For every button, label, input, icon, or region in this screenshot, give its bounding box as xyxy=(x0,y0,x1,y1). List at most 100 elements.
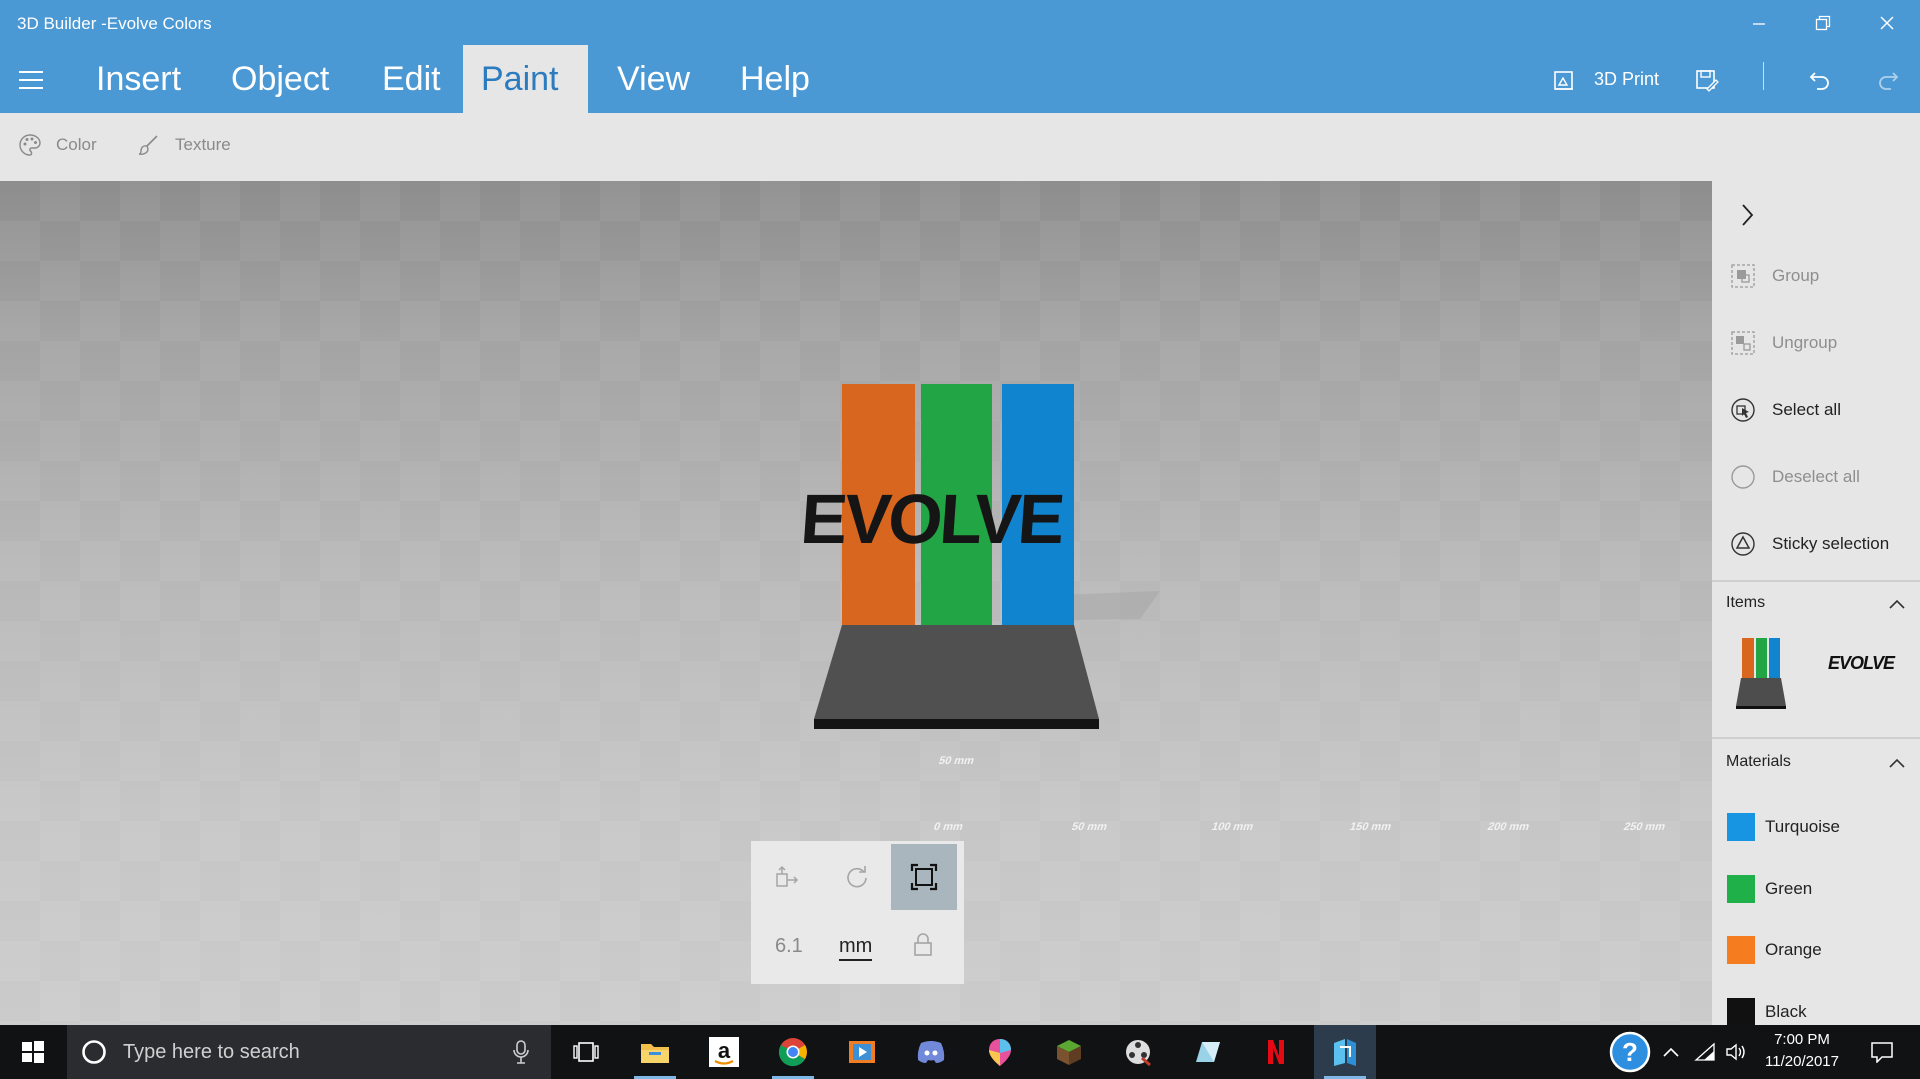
scale-icon xyxy=(910,863,938,891)
scale-label: 200 mm xyxy=(1486,821,1531,833)
material-turquoise[interactable]: Turquoise xyxy=(1727,813,1840,841)
scale-label: 50 mm xyxy=(1070,821,1109,833)
panel-divider xyxy=(1712,737,1920,739)
start-button[interactable] xyxy=(0,1025,66,1079)
redo-icon[interactable] xyxy=(1874,66,1902,94)
tab-view[interactable]: View xyxy=(599,45,708,113)
move-button[interactable] xyxy=(754,844,820,910)
save-icon[interactable] xyxy=(1693,66,1721,94)
3d-builder-icon[interactable] xyxy=(1314,1025,1376,1079)
action-center-icon[interactable] xyxy=(1858,1025,1906,1079)
chevron-up-icon[interactable] xyxy=(1888,597,1906,615)
material-green[interactable]: Green xyxy=(1727,875,1812,903)
wifi-icon[interactable] xyxy=(1690,1025,1720,1079)
hamburger-menu-icon[interactable] xyxy=(14,66,48,94)
volume-icon[interactable] xyxy=(1722,1025,1752,1079)
amazon-icon[interactable]: a xyxy=(693,1025,755,1079)
color-tool-button[interactable]: Color xyxy=(18,133,97,157)
window-title: 3D Builder -Evolve Colors xyxy=(17,14,212,33)
texture-tool-button[interactable]: Texture xyxy=(137,133,231,157)
tab-help[interactable]: Help xyxy=(722,45,828,113)
show-hidden-icons-icon[interactable] xyxy=(1656,1025,1686,1079)
items-list: EVOLVE xyxy=(1712,631,1920,721)
3d-print-icon[interactable] xyxy=(1550,66,1578,94)
material-label: Orange xyxy=(1765,940,1822,959)
lock-icon[interactable] xyxy=(913,933,933,962)
minimize-icon xyxy=(1753,23,1765,25)
object-panel: Group Ungroup Select all Deselect all St… xyxy=(1712,181,1920,1025)
deselect-all-button[interactable]: Deselect all xyxy=(1730,464,1860,490)
close-button[interactable] xyxy=(1864,8,1910,38)
movie-maker-icon[interactable] xyxy=(1107,1025,1169,1079)
sticky-selection-button[interactable]: Sticky selection xyxy=(1730,531,1889,557)
toolbar-divider xyxy=(1763,62,1764,90)
task-view-icon[interactable] xyxy=(555,1025,617,1079)
chevron-right-icon xyxy=(1742,204,1754,226)
select-all-icon xyxy=(1731,398,1755,422)
scale-value-field[interactable]: 6.1 xyxy=(775,935,803,958)
ungroup-label: Ungroup xyxy=(1772,333,1838,352)
windows-icon xyxy=(22,1041,44,1063)
tab-paint[interactable]: Paint xyxy=(463,45,588,113)
scale-label: 250 mm xyxy=(1622,821,1667,833)
rotate-icon xyxy=(847,866,867,888)
texture-tool-label: Texture xyxy=(175,135,231,154)
color-swatch xyxy=(1727,875,1755,903)
sketch-app-icon[interactable] xyxy=(1176,1025,1238,1079)
scale-button[interactable] xyxy=(891,844,957,910)
title-bar: 3D Builder -Evolve Colors Insert Object … xyxy=(0,0,1920,113)
material-orange[interactable]: Orange xyxy=(1727,936,1822,964)
items-header[interactable]: Items xyxy=(1726,594,1765,612)
rotate-button[interactable] xyxy=(824,844,890,910)
materials-header[interactable]: Materials xyxy=(1726,753,1791,771)
ungroup-icon xyxy=(1731,331,1755,355)
scale-label: 50 mm xyxy=(937,755,976,767)
help-icon[interactable]: ? xyxy=(1606,1025,1654,1079)
scale-label: 100 mm xyxy=(1210,821,1255,833)
unit-selector[interactable]: mm xyxy=(839,935,873,961)
tab-object[interactable]: Object xyxy=(213,45,347,113)
cortana-icon[interactable] xyxy=(81,1039,107,1065)
scale-label: 150 mm xyxy=(1348,821,1393,833)
undo-icon[interactable] xyxy=(1806,66,1834,94)
sticky-selection-label: Sticky selection xyxy=(1772,534,1890,553)
item-thumbnail-stand[interactable] xyxy=(1712,631,1920,721)
material-label: Green xyxy=(1765,879,1813,898)
select-all-label: Select all xyxy=(1772,400,1841,419)
material-label: Black xyxy=(1765,1002,1807,1021)
move-icon xyxy=(776,865,799,887)
material-black[interactable]: Black xyxy=(1727,998,1807,1025)
search-input[interactable] xyxy=(123,1039,503,1065)
system-clock[interactable]: 7:00 PM 11/20/2017 xyxy=(1760,1029,1844,1073)
scale-label: 0 mm xyxy=(932,821,965,833)
group-button[interactable]: Group xyxy=(1730,263,1819,289)
transform-widget: 6.1 mm xyxy=(751,841,964,984)
3d-print-button[interactable]: 3D Print xyxy=(1594,69,1659,90)
sticky-selection-icon xyxy=(1731,532,1755,556)
tab-edit[interactable]: Edit xyxy=(364,45,459,113)
collapse-panel-button[interactable] xyxy=(1737,201,1761,229)
chevron-up-icon[interactable] xyxy=(1888,756,1906,774)
group-label: Group xyxy=(1772,266,1820,285)
ungroup-button[interactable]: Ungroup xyxy=(1730,330,1837,356)
paint-3d-icon[interactable] xyxy=(969,1025,1031,1079)
discord-icon[interactable] xyxy=(900,1025,962,1079)
chrome-icon[interactable] xyxy=(762,1025,824,1079)
restore-button[interactable] xyxy=(1800,8,1846,38)
video-player-icon[interactable] xyxy=(831,1025,893,1079)
group-icon xyxy=(1731,264,1755,288)
minecraft-icon[interactable] xyxy=(1038,1025,1100,1079)
microphone-icon[interactable] xyxy=(511,1039,531,1065)
svg-text:?: ? xyxy=(1622,1037,1638,1067)
tab-insert[interactable]: Insert xyxy=(78,45,199,113)
item-thumbnail-evolve[interactable]: EVOLVE xyxy=(1828,653,1895,674)
file-explorer-icon[interactable] xyxy=(624,1025,686,1079)
clock-date: 11/20/2017 xyxy=(1765,1053,1839,1070)
minimize-button[interactable] xyxy=(1736,8,1782,38)
select-all-button[interactable]: Select all xyxy=(1730,397,1841,423)
search-box[interactable] xyxy=(67,1025,551,1079)
netflix-icon[interactable] xyxy=(1245,1025,1307,1079)
panel-divider xyxy=(1712,580,1920,582)
material-label: Turquoise xyxy=(1765,817,1840,836)
paintbrush-icon xyxy=(138,135,158,155)
